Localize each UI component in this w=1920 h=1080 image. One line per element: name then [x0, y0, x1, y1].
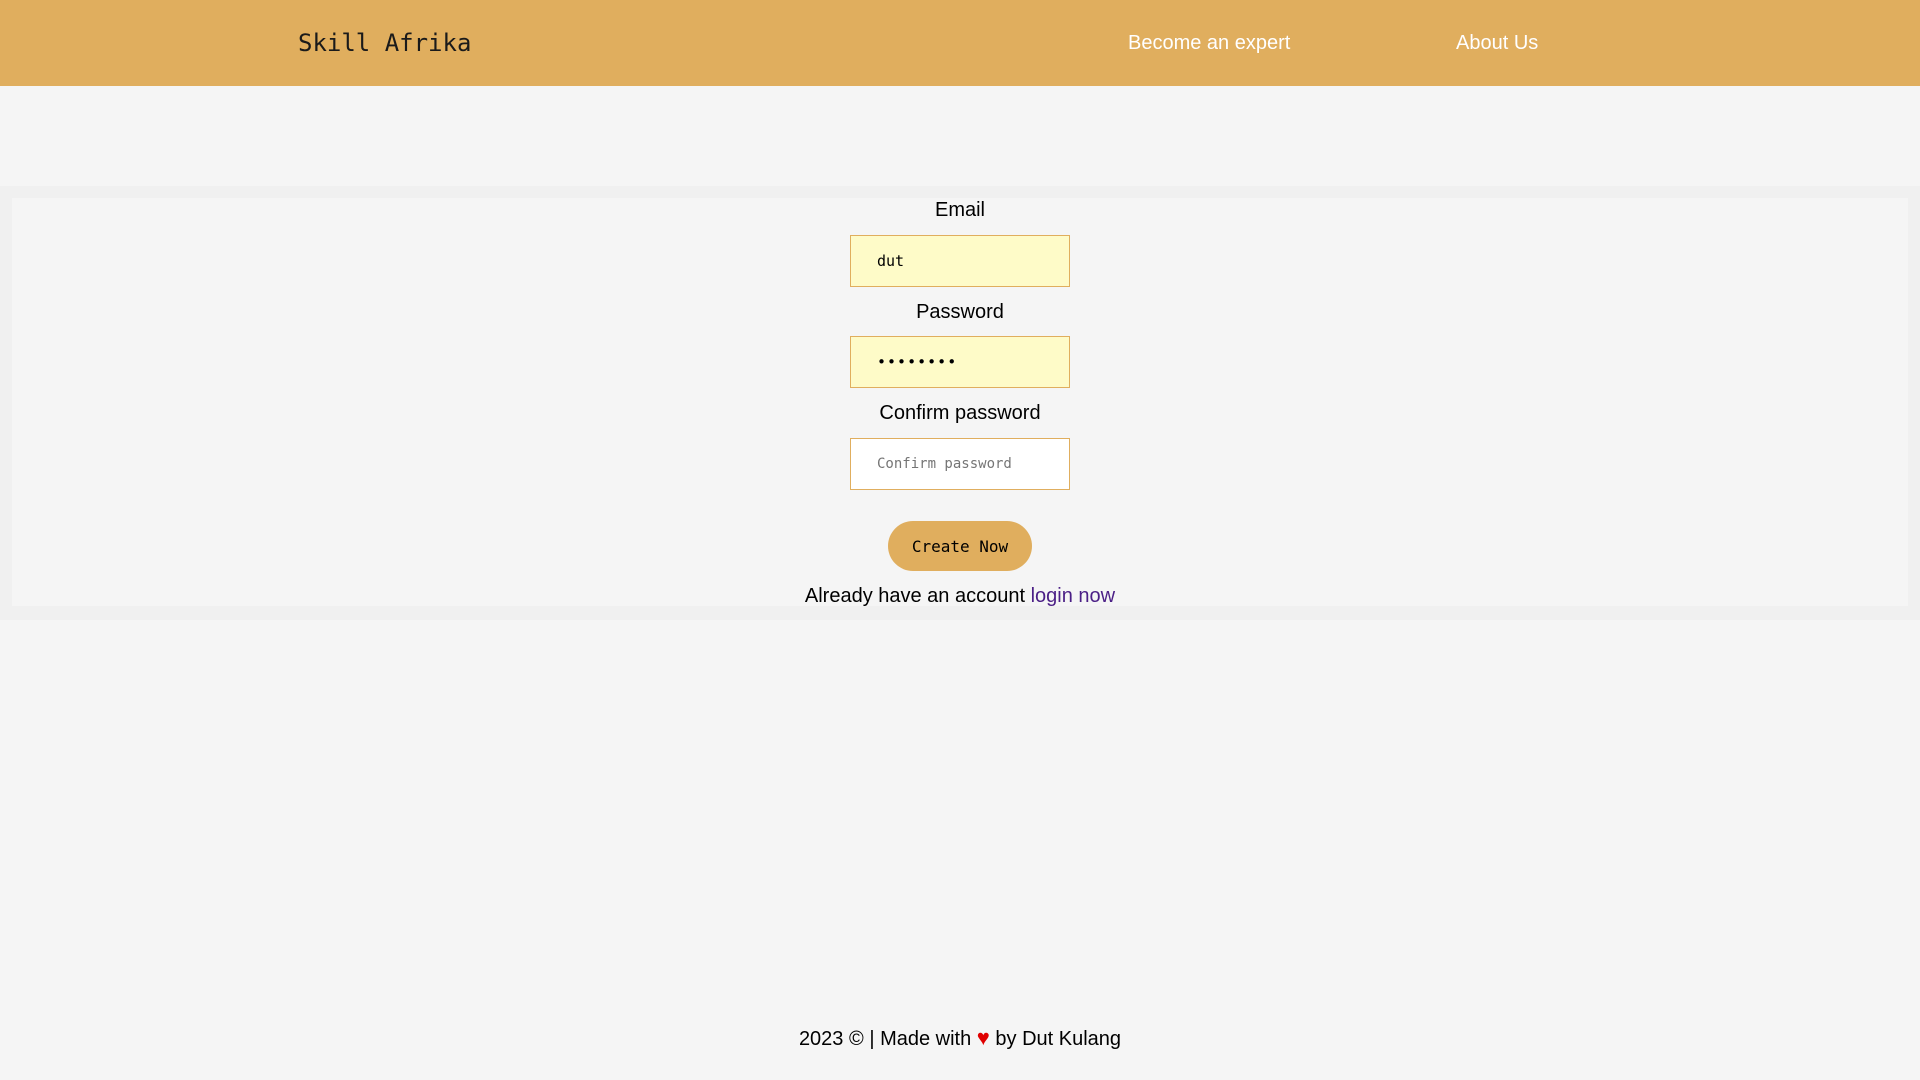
footer-author: by Dut Kulang [995, 1028, 1122, 1050]
copyright-icon: © [849, 1028, 864, 1050]
password-label: Password [916, 301, 1004, 323]
nav-link-about-us[interactable]: About Us [1456, 31, 1538, 55]
nav-link-become-expert[interactable]: Become an expert [1128, 31, 1290, 55]
heart-icon: ♥ [976, 1025, 990, 1050]
footer-year: 2023 [798, 1028, 844, 1050]
password-field[interactable] [850, 336, 1070, 388]
navbar: Skill Afrika Become an expert About Us [0, 0, 1920, 86]
login-prompt-text: Already have an account [804, 585, 1026, 607]
login-prompt: Already have an account login now [0, 584, 1920, 608]
confirm-password-label: Confirm password [879, 402, 1041, 424]
confirm-password-field[interactable] [850, 438, 1070, 490]
brand-logo-link[interactable]: Skill Afrika [298, 28, 471, 58]
footer: 2023 © | Made with ♥ by Dut Kulang [0, 1026, 1920, 1051]
footer-made-with: | Made with [869, 1028, 972, 1050]
email-label: Email [934, 199, 985, 221]
create-now-button[interactable]: Create Now [888, 521, 1032, 571]
login-now-link[interactable]: login now [1031, 585, 1116, 607]
email-field[interactable] [850, 235, 1070, 287]
